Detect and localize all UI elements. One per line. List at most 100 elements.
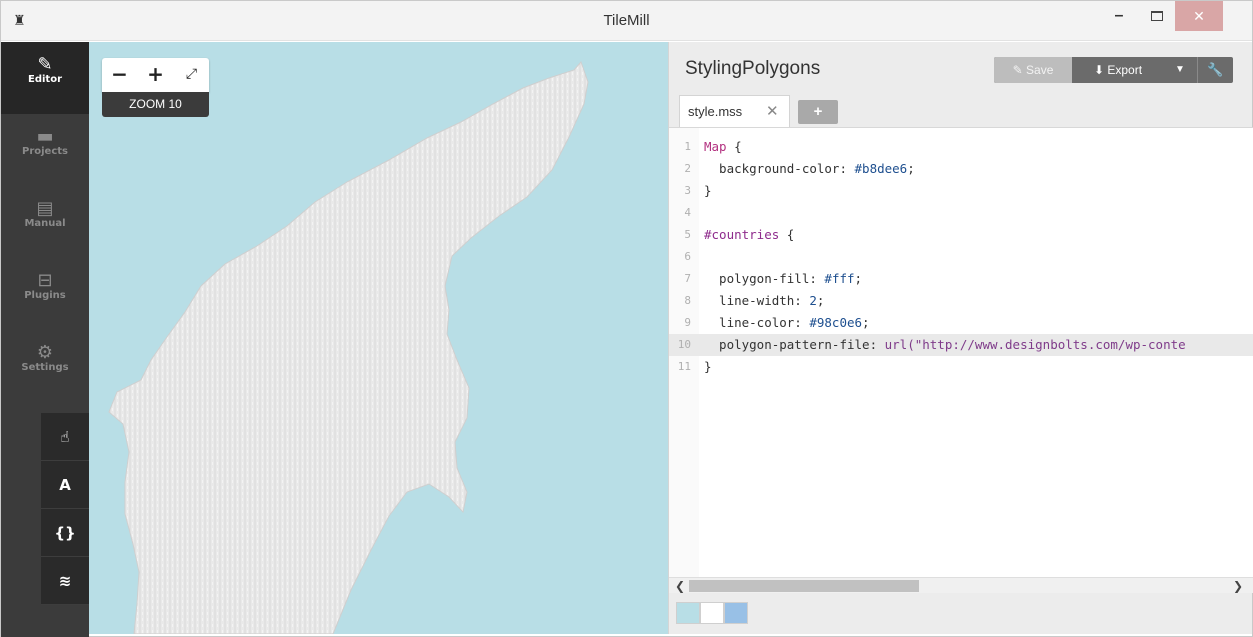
folder-icon: ▬	[36, 126, 54, 147]
save-button[interactable]: ✎ Save	[994, 57, 1072, 83]
code-token: polygon-fill:	[704, 271, 825, 286]
code-token: ;	[854, 271, 863, 286]
code-token: #98c0e6	[809, 315, 863, 330]
sidebar-item-plugins[interactable]: ⊟ Plugins	[1, 258, 89, 330]
code-line[interactable]: 10 polygon-pattern-file: url("http://www…	[669, 334, 1253, 356]
close-button[interactable]: ✕	[1175, 1, 1223, 31]
code-token: }	[704, 183, 712, 198]
tab-label: style.mss	[688, 104, 743, 119]
plugin-icon: ⊟	[37, 270, 53, 291]
code-token: #b8dee6	[854, 161, 908, 176]
zoom-level-label: ZOOM 10	[102, 92, 209, 117]
line-number: 11	[677, 360, 691, 373]
scroll-right-icon[interactable]: ❯	[1233, 578, 1243, 594]
maximize-button[interactable]	[1137, 1, 1177, 31]
code-line[interactable]: 11}	[669, 356, 1253, 378]
wrench-icon: 🔧	[1207, 62, 1224, 77]
code-line[interactable]: 7 polygon-fill: #fff;	[669, 268, 1253, 290]
export-label: Export	[1107, 63, 1143, 77]
gear-icon: ⚙	[36, 342, 54, 363]
download-icon: ⬇	[1093, 63, 1108, 77]
tab-style-mss[interactable]: style.mss ✕	[679, 95, 790, 128]
line-number: 5	[684, 228, 691, 241]
code-token: Map	[704, 139, 727, 154]
tilemill-window: ♜ TileMill – ✕ ✎ Editor ▬ Projects ▤ Man…	[0, 0, 1253, 637]
code-text: background-color: #b8dee6;	[704, 158, 915, 180]
code-line[interactable]: 6	[669, 246, 1253, 268]
color-swatch[interactable]	[676, 602, 700, 624]
scroll-left-icon[interactable]: ❮	[675, 578, 685, 594]
export-button[interactable]: ⬇ Export	[1073, 57, 1163, 83]
book-icon: ▤	[36, 198, 54, 219]
code-token: line-width:	[704, 293, 810, 308]
code-token: 2	[809, 293, 817, 308]
sidebar-item-editor[interactable]: ✎ Editor	[1, 42, 89, 114]
line-number: 2	[684, 162, 691, 175]
code-line[interactable]: 5 #countries {	[669, 224, 1253, 246]
hand-pointer-icon[interactable]: ☝	[41, 413, 89, 461]
color-swatch[interactable]	[724, 602, 748, 624]
code-token: line-color:	[704, 315, 810, 330]
fullscreen-button[interactable]: ⤢	[174, 58, 209, 92]
project-settings-button[interactable]: 🔧	[1197, 57, 1233, 83]
editor-toolbar: ✎ Save ⬇ Export ▼ 🔧	[994, 57, 1233, 83]
sidebar-item-settings[interactable]: ⚙ Settings	[1, 330, 89, 402]
code-text: Map {	[704, 136, 742, 158]
minimize-button[interactable]: –	[1099, 1, 1139, 31]
code-token: #fff	[824, 271, 855, 286]
code-text: }	[704, 356, 712, 378]
title-bar: ♜ TileMill – ✕	[1, 1, 1252, 41]
code-text: #countries {	[704, 224, 794, 246]
map-tools: ☝ A {} ≋	[41, 413, 89, 605]
sidebar-item-manual[interactable]: ▤ Manual	[1, 186, 89, 258]
code-token: polygon-pattern-file:	[704, 337, 885, 352]
window-title: TileMill	[603, 12, 650, 29]
close-tab-icon[interactable]: ✕	[766, 96, 786, 127]
editor-panel: StylingPolygons ✎ Save ⬇ Export ▼ 🔧 styl…	[668, 42, 1253, 634]
sidebar-item-projects[interactable]: ▬ Projects	[1, 114, 89, 186]
code-text: }	[704, 180, 712, 202]
code-line[interactable]: 8 line-width: 2;	[669, 290, 1253, 312]
line-number: 4	[684, 206, 691, 219]
line-number: 6	[684, 250, 691, 263]
code-token: ;	[862, 315, 870, 330]
code-editor[interactable]: 1 Map {2 background-color: #b8dee6; 3} 4 5 #c…	[669, 127, 1253, 577]
map-view[interactable]: − + ⤢ ZOOM 10	[89, 42, 668, 634]
code-text: polygon-pattern-file: url("http://www.de…	[704, 334, 1186, 356]
land-polygon	[108, 61, 589, 634]
code-token: #countries	[704, 227, 780, 242]
horizontal-scrollbar[interactable]: ❮ ❯	[669, 577, 1253, 593]
code-line[interactable]: 3}	[669, 180, 1253, 202]
line-number: 1	[684, 140, 691, 153]
braces-icon[interactable]: {}	[41, 509, 89, 557]
color-swatch[interactable]	[700, 602, 724, 624]
code-text: line-width: 2;	[704, 290, 824, 312]
sidebar-item-label: Plugins	[24, 290, 66, 301]
zoom-buttons: − + ⤢	[102, 58, 209, 92]
font-icon[interactable]: A	[41, 461, 89, 509]
code-token: {	[779, 227, 795, 242]
line-number: 7	[684, 272, 691, 285]
project-title: StylingPolygons	[685, 58, 821, 79]
code-token: {	[726, 139, 742, 154]
map-canvas	[108, 61, 589, 634]
maximize-icon	[1151, 11, 1163, 21]
zoom-in-button[interactable]: +	[138, 58, 173, 92]
layers-icon[interactable]: ≋	[41, 557, 89, 605]
code-token: }	[704, 359, 712, 374]
code-line[interactable]: 2 background-color: #b8dee6;	[669, 158, 1253, 180]
code-token: background-color:	[704, 161, 855, 176]
pencil-icon: ✎	[37, 54, 53, 75]
code-line[interactable]: 4	[669, 202, 1253, 224]
export-dropdown-button[interactable]: ▼	[1163, 57, 1197, 83]
caret-down-icon: ▼	[1175, 64, 1185, 75]
sidebar-item-label: Editor	[28, 74, 62, 85]
sidebar-item-label: Projects	[21, 146, 68, 157]
code-text: polygon-fill: #fff;	[704, 268, 862, 290]
code-line[interactable]: 9 line-color: #98c0e6;	[669, 312, 1253, 334]
zoom-out-button[interactable]: −	[102, 58, 137, 92]
save-label: Save	[1026, 63, 1054, 77]
add-stylesheet-button[interactable]: +	[798, 100, 838, 124]
code-line[interactable]: 1 Map {	[669, 136, 1253, 158]
scrollbar-thumb[interactable]	[689, 580, 919, 592]
